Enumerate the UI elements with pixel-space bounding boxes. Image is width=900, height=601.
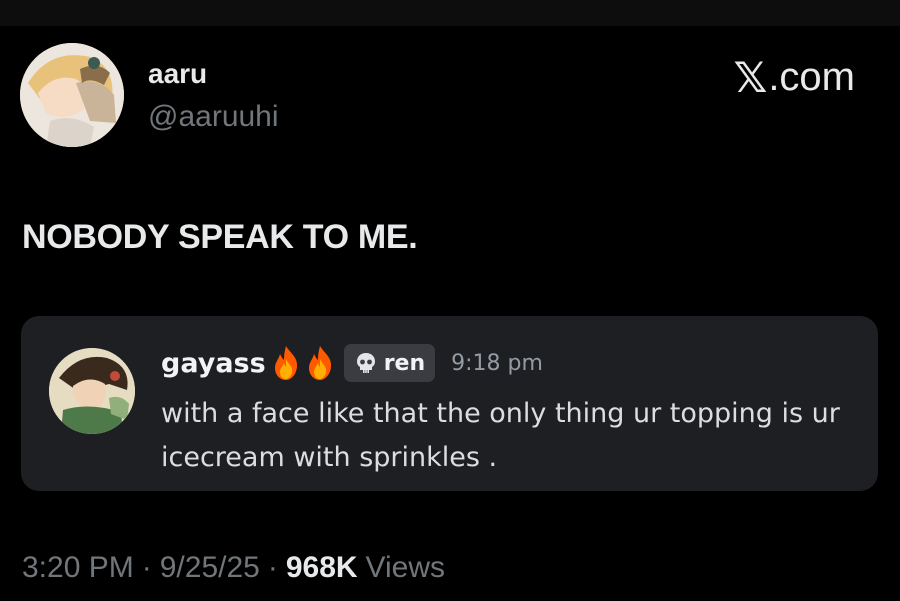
post-footer: 3:20 PM · 9/25/25 · 968K Views xyxy=(22,551,445,585)
post-date[interactable]: 9/25/25 xyxy=(160,551,260,585)
embed-timestamp: 9:18 pm xyxy=(451,350,543,376)
embedded-message-card: gayass ren 9:18 pm with a face like that… xyxy=(21,316,878,491)
fire-icon xyxy=(274,346,297,380)
brand-suffix: .com xyxy=(768,55,855,99)
views-label: Views xyxy=(365,551,446,584)
embed-avatar xyxy=(49,348,135,434)
author-display-name[interactable]: aaru xyxy=(148,58,207,90)
embed-message: with a face like that the only thing ur … xyxy=(161,398,840,473)
server-tag-label: ren xyxy=(383,350,426,376)
x-logo-icon: 𝕏 xyxy=(733,53,768,102)
server-tag[interactable]: ren xyxy=(343,344,436,382)
brand-watermark: 𝕏 .com xyxy=(733,53,855,102)
separator-dot: · xyxy=(141,551,152,584)
post-text: NOBODY SPEAK TO ME. xyxy=(22,218,418,256)
fire-icon xyxy=(308,346,331,380)
post-time[interactable]: 3:20 PM xyxy=(22,551,134,585)
views-count: 968K xyxy=(285,551,358,584)
author-handle[interactable]: @aaruuhi xyxy=(148,100,279,134)
separator-dot: · xyxy=(267,551,278,584)
embed-username[interactable]: gayass xyxy=(161,348,266,379)
embed-header: gayass ren 9:18 pm xyxy=(161,342,543,384)
author-avatar[interactable] xyxy=(20,43,124,147)
skull-icon xyxy=(356,353,375,373)
top-bar xyxy=(0,0,900,26)
